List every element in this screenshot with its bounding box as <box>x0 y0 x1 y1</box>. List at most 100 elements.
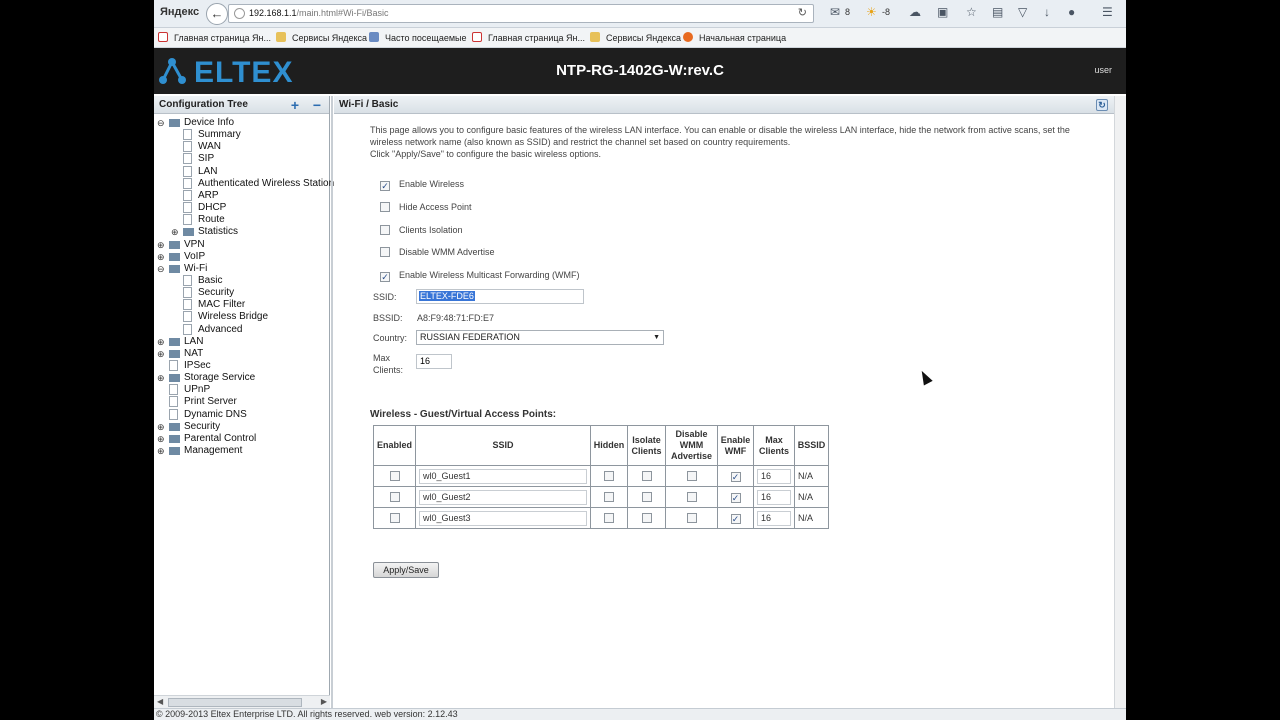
column-header: Enable WMF <box>717 425 754 466</box>
country-select[interactable]: RUSSIAN FEDERATION ▼ <box>416 330 664 345</box>
column-header: Disable WMM Advertise <box>665 425 718 466</box>
back-button[interactable]: ← <box>206 3 228 25</box>
page-icon <box>183 214 192 226</box>
mail-icon[interactable]: ✉ <box>830 5 840 19</box>
panel-splitter[interactable] <box>331 96 333 708</box>
folder-icon <box>183 228 194 237</box>
ssid-input[interactable]: ELTEX-FDE6 <box>416 289 584 304</box>
row-checkbox[interactable] <box>389 513 400 523</box>
site-info-icon[interactable] <box>234 8 245 19</box>
mouse-cursor <box>917 368 933 386</box>
configuration-tree-panel: Configuration Tree + − ⊖ Device Info Summa… <box>154 96 334 708</box>
guest-ap-title: Wireless - Guest/Virtual Access Points: <box>370 409 557 420</box>
row-checkbox[interactable]: ✓ <box>730 472 741 482</box>
guest-bssid: N/A <box>798 492 814 502</box>
sync-icon[interactable]: ☁ <box>909 5 921 19</box>
tree-horizontal-scrollbar[interactable]: ◀ ▶ <box>154 695 330 708</box>
guest-max-clients-input[interactable]: 16 <box>757 489 791 505</box>
chat-icon[interactable]: ● <box>1068 5 1075 19</box>
option-checkbox[interactable]: ✓ <box>380 272 390 282</box>
option-checkbox[interactable] <box>380 202 390 212</box>
max-clients-input[interactable]: 16 <box>416 354 452 369</box>
expand-icon[interactable]: ⊕ <box>157 445 165 457</box>
folder-icon <box>169 349 180 358</box>
row-checkbox[interactable] <box>604 471 614 481</box>
folder-icon <box>169 119 180 127</box>
reload-icon[interactable]: ↻ <box>798 5 807 22</box>
weather-temp: -8 <box>882 7 891 17</box>
row-checkbox[interactable] <box>389 471 400 481</box>
scrollbar-thumb[interactable] <box>168 698 302 707</box>
bookmark-item[interactable]: Сервисы Яндекса <box>276 32 367 43</box>
row-checkbox[interactable] <box>604 513 614 523</box>
row-checkbox[interactable] <box>686 492 697 502</box>
expand-icon[interactable]: ⊕ <box>157 421 165 433</box>
apply-save-button[interactable]: Apply/Save <box>373 562 439 578</box>
tree-item-label: LAN <box>184 335 204 347</box>
row-checkbox[interactable] <box>686 471 697 481</box>
row-checkbox[interactable]: ✓ <box>730 493 741 503</box>
refresh-icon[interactable]: ↻ <box>1096 99 1108 111</box>
guest-bssid: N/A <box>798 471 814 481</box>
scroll-left-icon[interactable]: ◀ <box>157 697 163 706</box>
expand-icon[interactable]: ⊕ <box>157 251 165 263</box>
row-checkbox[interactable] <box>686 513 697 523</box>
guest-ssid-input[interactable]: wl0_Guest2 <box>419 489 587 505</box>
bookmark-item[interactable]: Часто посещаемые <box>369 32 467 43</box>
guest-max-clients-input[interactable]: 16 <box>757 510 791 526</box>
menu-icon[interactable]: ☰ <box>1102 5 1113 19</box>
bookmarks-icon[interactable]: ▤ <box>992 5 1003 19</box>
expand-icon[interactable]: ⊕ <box>171 226 179 238</box>
folder-icon <box>169 434 180 443</box>
browser-brand: Яндекс <box>160 6 200 18</box>
tree-item-label: Security <box>184 420 221 432</box>
page-icon <box>169 360 178 371</box>
option-checkbox[interactable]: ✓ <box>380 181 390 191</box>
pocket-icon[interactable]: ▣ <box>937 5 948 19</box>
guest-max-clients-input[interactable]: 16 <box>757 468 791 484</box>
expand-icon[interactable]: ⊕ <box>157 433 165 445</box>
shield-icon[interactable]: ▽ <box>1018 5 1027 19</box>
download-icon[interactable]: ↓ <box>1044 5 1050 19</box>
bookmark-item[interactable]: Начальная страница <box>683 32 786 43</box>
collapse-icon[interactable]: ⊖ <box>157 263 165 275</box>
tree-item-label: Device Info <box>184 117 235 128</box>
star-icon[interactable]: ☆ <box>966 5 977 19</box>
row-checkbox[interactable] <box>604 492 614 502</box>
expand-icon[interactable]: ⊕ <box>157 348 165 360</box>
expand-icon[interactable]: ⊕ <box>157 372 165 384</box>
row-checkbox[interactable] <box>641 513 652 523</box>
expand-icon[interactable]: ⊕ <box>157 239 165 251</box>
tree-item-label: VoIP <box>184 250 206 262</box>
collapse-all-icon[interactable]: − <box>313 96 321 114</box>
tree-item-label: Statistics <box>198 226 239 238</box>
folder-icon <box>169 422 180 431</box>
option-row: Hide Access Point <box>380 201 472 213</box>
expand-all-icon[interactable]: + <box>291 96 299 114</box>
bookmark-item[interactable]: Главная страница Ян... <box>158 32 271 43</box>
option-row: ✓ Enable Wireless <box>380 178 464 191</box>
tree-item-label: NAT <box>184 347 204 359</box>
option-checkbox[interactable] <box>380 247 390 257</box>
address-bar[interactable]: 192.168.1.1/main.html#Wi-Fi/Basic ↻ <box>228 4 814 23</box>
tree-item-label: Print Server <box>184 396 237 408</box>
guest-ssid-input[interactable]: wl0_Guest3 <box>419 510 587 526</box>
guest-ssid-input[interactable]: wl0_Guest1 <box>419 468 587 484</box>
row-checkbox[interactable] <box>389 492 400 502</box>
expand-icon[interactable]: ⊕ <box>157 336 165 348</box>
user-label[interactable]: user <box>1094 65 1112 75</box>
bookmark-item[interactable]: Сервисы Яндекса <box>590 32 681 43</box>
row-checkbox[interactable]: ✓ <box>730 514 741 524</box>
max-clients-label: Max Clients: <box>373 353 404 375</box>
row-checkbox[interactable] <box>641 471 652 481</box>
vertical-scrollbar[interactable] <box>1114 96 1126 708</box>
row-checkbox[interactable] <box>641 492 652 502</box>
option-checkbox[interactable] <box>380 225 390 235</box>
folder-icon <box>169 447 180 456</box>
tree-item-label: Management <box>184 445 243 457</box>
bookmark-item[interactable]: Главная страница Ян... <box>472 32 585 43</box>
folder-icon <box>276 32 286 42</box>
scroll-right-icon[interactable]: ▶ <box>321 697 327 706</box>
collapse-icon[interactable]: ⊖ <box>157 117 165 129</box>
weather-icon[interactable]: ☀ <box>866 5 877 19</box>
